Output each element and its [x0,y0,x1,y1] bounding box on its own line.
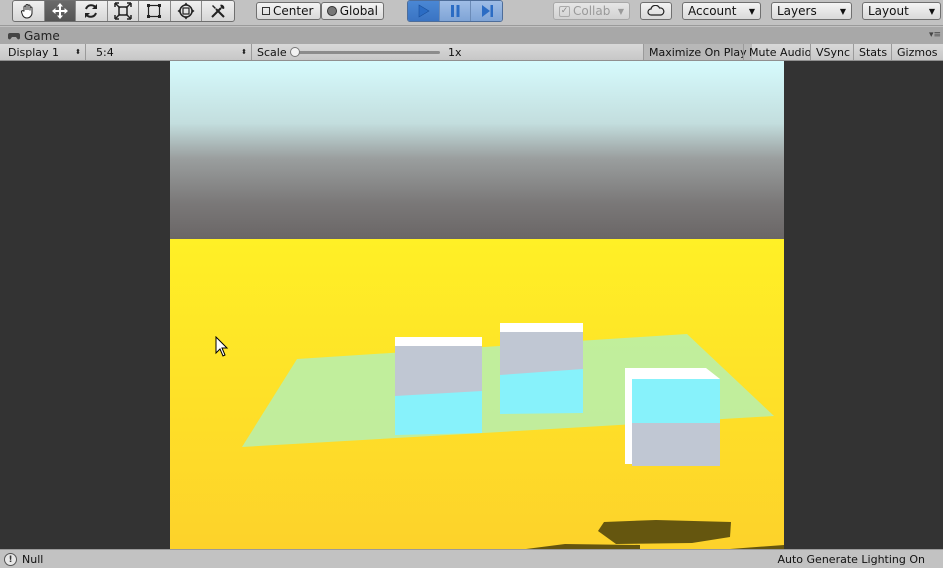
vsync-toggle[interactable]: VSync [810,44,855,60]
cloud-button[interactable] [640,2,672,20]
gizmos-dropdown[interactable]: Gizmos [891,44,943,60]
collab-label: Collab [573,4,611,18]
pivot-toggle-button[interactable]: Center [256,2,321,20]
layout-label: Layout [868,4,909,18]
chevron-down-icon: ▼ [839,6,846,16]
account-dropdown[interactable]: Account ▼ [682,2,761,20]
pivot-icon [262,7,270,15]
space-label: Global [339,4,378,18]
rotate-tool-button[interactable] [76,1,108,21]
dropdown-arrows-icon: ⬍ [75,48,81,56]
tab-menu-icon[interactable]: ▾≡ [929,30,941,40]
step-button[interactable] [471,1,502,21]
chevron-down-icon: ▼ [617,6,624,16]
tab-game[interactable]: Game [8,28,60,44]
maximize-on-play-toggle[interactable]: Maximize On Play [643,44,752,60]
game-view-render[interactable] [170,61,784,549]
check-icon: ✓ [559,5,570,17]
account-label: Account [688,4,737,18]
scale-icon [114,2,132,20]
stats-toggle[interactable]: Stats [853,44,892,60]
pivot-label: Center [273,4,314,18]
aspect-dropdown[interactable]: 5:4 ⬍ [92,44,252,60]
layout-dropdown[interactable]: Layout ▼ [862,2,941,20]
scale-tool-button[interactable] [108,1,139,21]
lighting-status: Auto Generate Lighting On [777,553,926,566]
layers-label: Layers [777,4,817,18]
scale-slider-track[interactable] [294,51,440,54]
playback-controls [407,0,503,22]
sky [170,61,784,239]
rect-transform-icon [147,4,162,18]
display-label: Display 1 [8,45,60,59]
dropdown-arrows-icon: ⬍ [241,48,247,56]
move-tool-button[interactable] [44,1,76,21]
rotate-icon [85,4,98,18]
globe-icon [327,6,337,16]
hand-tool-button[interactable] [13,1,45,21]
step-icon [481,5,493,17]
mouse-cursor-icon [215,336,229,357]
cloud-icon [647,5,665,16]
layers-dropdown[interactable]: Layers ▼ [771,2,852,20]
rect-tool-button[interactable] [139,1,171,21]
status-message[interactable]: Null [22,553,43,566]
pause-icon [451,5,460,17]
custom-tool-button[interactable] [202,1,234,21]
tools-icon [211,4,225,18]
move-arrows-icon [51,3,68,19]
scale-value: 1x [448,45,462,59]
mute-audio-toggle[interactable]: Mute Audio [743,44,816,60]
aspect-label: 5:4 [96,45,114,59]
game-controller-icon [8,33,20,40]
chevron-down-icon: ▼ [748,6,755,16]
transform-icon [177,2,195,20]
transform-tool-button[interactable] [171,1,202,21]
display-dropdown[interactable]: Display 1 ⬍ [4,44,86,60]
status-bar: ! Null Auto Generate Lighting On [0,549,943,568]
tab-game-label: Game [24,29,60,43]
cube [395,337,482,435]
transform-tools [12,0,235,22]
scale-label: Scale [257,45,287,59]
cube [625,368,720,466]
collab-button[interactable]: ✓ Collab ▼ [553,2,630,20]
play-button[interactable] [408,1,440,21]
game-view-controls: Display 1 ⬍ 5:4 ⬍ Scale 1x Maximize On P… [0,44,943,61]
pause-button[interactable] [439,1,472,21]
info-icon: ! [4,553,17,566]
scale-slider-thumb[interactable] [290,47,300,57]
hand-icon [21,4,33,19]
main-toolbar: Center Global ✓ Collab ▼ Account ▼ Layer… [0,0,943,26]
window-tab-bar: Game ▾≡ [0,27,943,44]
space-toggle-button[interactable]: Global [321,2,384,20]
chevron-down-icon: ▼ [928,6,935,16]
game-scene [170,61,784,549]
play-icon [419,4,430,18]
cube [500,323,583,414]
